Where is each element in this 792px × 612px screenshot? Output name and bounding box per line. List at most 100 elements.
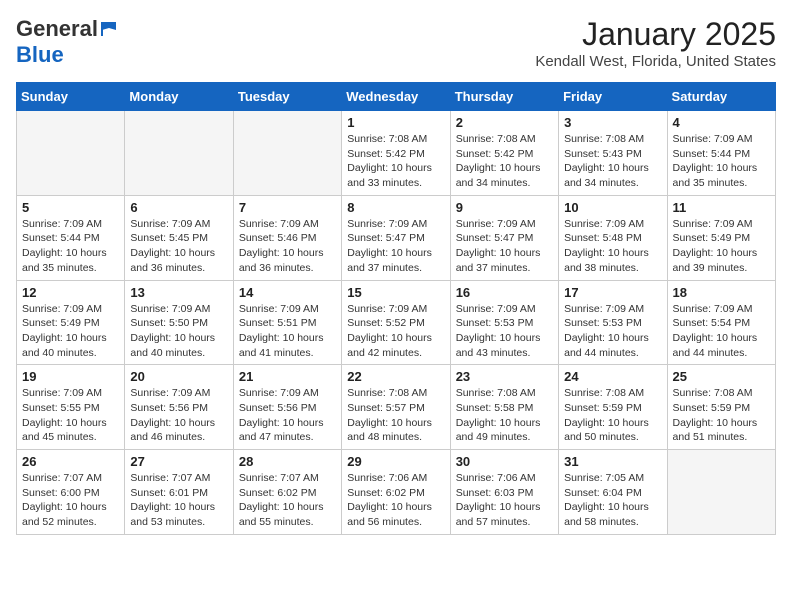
cell-info: Sunrise: 7:09 AMSunset: 5:44 PMDaylight:… — [22, 217, 119, 276]
day-number: 20 — [130, 369, 227, 384]
day-number: 8 — [347, 200, 444, 215]
day-number: 18 — [673, 285, 770, 300]
calendar-table: SundayMondayTuesdayWednesdayThursdayFrid… — [16, 82, 776, 535]
day-number: 21 — [239, 369, 336, 384]
calendar-cell: 2Sunrise: 7:08 AMSunset: 5:42 PMDaylight… — [450, 111, 558, 196]
day-number: 13 — [130, 285, 227, 300]
day-number: 5 — [22, 200, 119, 215]
day-number: 11 — [673, 200, 770, 215]
cell-info: Sunrise: 7:09 AMSunset: 5:51 PMDaylight:… — [239, 302, 336, 361]
logo-flag-icon — [100, 20, 118, 38]
weekday-header-sunday: Sunday — [17, 83, 125, 111]
day-number: 27 — [130, 454, 227, 469]
cell-info: Sunrise: 7:09 AMSunset: 5:49 PMDaylight:… — [22, 302, 119, 361]
day-number: 14 — [239, 285, 336, 300]
logo-blue-text: Blue — [16, 42, 64, 68]
day-number: 12 — [22, 285, 119, 300]
day-number: 3 — [564, 115, 661, 130]
day-number: 28 — [239, 454, 336, 469]
day-number: 26 — [22, 454, 119, 469]
calendar-cell: 25Sunrise: 7:08 AMSunset: 5:59 PMDayligh… — [667, 365, 775, 450]
cell-info: Sunrise: 7:09 AMSunset: 5:48 PMDaylight:… — [564, 217, 661, 276]
calendar-cell — [17, 111, 125, 196]
cell-info: Sunrise: 7:09 AMSunset: 5:50 PMDaylight:… — [130, 302, 227, 361]
weekday-header-thursday: Thursday — [450, 83, 558, 111]
cell-info: Sunrise: 7:09 AMSunset: 5:56 PMDaylight:… — [130, 386, 227, 445]
calendar-cell: 11Sunrise: 7:09 AMSunset: 5:49 PMDayligh… — [667, 195, 775, 280]
calendar-cell: 31 Sunrise: 7:05 AMSunset: 6:04 PMDayligh… — [559, 450, 667, 535]
calendar-week-row: 5 Sunrise: 7:09 AMSunset: 5:44 PMDaylight… — [17, 195, 776, 280]
calendar-cell: 4Sunrise: 7:09 AMSunset: 5:44 PMDaylight… — [667, 111, 775, 196]
calendar-cell: 3 Sunrise: 7:08 AMSunset: 5:43 PMDaylight… — [559, 111, 667, 196]
day-number: 9 — [456, 200, 553, 215]
calendar-cell: 8 Sunrise: 7:09 AMSunset: 5:47 PMDaylight… — [342, 195, 450, 280]
calendar-cell: 6 Sunrise: 7:09 AMSunset: 5:45 PMDaylight… — [125, 195, 233, 280]
cell-info: Sunrise: 7:09 AMSunset: 5:47 PMDaylight:… — [347, 217, 444, 276]
cell-info: Sunrise: 7:09 AMSunset: 5:53 PMDaylight:… — [456, 302, 553, 361]
cell-info: Sunrise: 7:08 AMSunset: 5:42 PMDaylight:… — [347, 132, 444, 191]
day-number: 30 — [456, 454, 553, 469]
calendar-cell: 13 Sunrise: 7:09 AMSunset: 5:50 PMDayligh… — [125, 280, 233, 365]
weekday-header-wednesday: Wednesday — [342, 83, 450, 111]
calendar-cell: 17 Sunrise: 7:09 AMSunset: 5:53 PMDayligh… — [559, 280, 667, 365]
day-number: 22 — [347, 369, 444, 384]
calendar-cell: 9 Sunrise: 7:09 AMSunset: 5:47 PMDaylight… — [450, 195, 558, 280]
calendar-cell: 21 Sunrise: 7:09 AMSunset: 5:56 PMDayligh… — [233, 365, 341, 450]
cell-info: Sunrise: 7:09 AMSunset: 5:54 PMDaylight:… — [673, 302, 770, 361]
cell-info: Sunrise: 7:08 AMSunset: 5:43 PMDaylight:… — [564, 132, 661, 191]
day-number: 7 — [239, 200, 336, 215]
cell-info: Sunrise: 7:09 AMSunset: 5:44 PMDaylight:… — [673, 132, 770, 191]
cell-info: Sunrise: 7:09 AMSunset: 5:56 PMDaylight:… — [239, 386, 336, 445]
day-number: 24 — [564, 369, 661, 384]
cell-info: Sunrise: 7:09 AMSunset: 5:52 PMDaylight:… — [347, 302, 444, 361]
calendar-cell: 23 Sunrise: 7:08 AMSunset: 5:58 PMDayligh… — [450, 365, 558, 450]
cell-info: Sunrise: 7:07 AMSunset: 6:02 PMDaylight:… — [239, 471, 336, 530]
logo: General Blue — [16, 16, 118, 68]
calendar-week-row: 19 Sunrise: 7:09 AMSunset: 5:55 PMDayligh… — [17, 365, 776, 450]
cell-info: Sunrise: 7:08 AMSunset: 5:58 PMDaylight:… — [456, 386, 553, 445]
calendar-cell: 26 Sunrise: 7:07 AMSunset: 6:00 PMDayligh… — [17, 450, 125, 535]
cell-info: Sunrise: 7:09 AMSunset: 5:47 PMDaylight:… — [456, 217, 553, 276]
cell-info: Sunrise: 7:09 AMSunset: 5:46 PMDaylight:… — [239, 217, 336, 276]
calendar-cell: 18 Sunrise: 7:09 AMSunset: 5:54 PMDayligh… — [667, 280, 775, 365]
cell-info: Sunrise: 7:08 AMSunset: 5:59 PMDaylight:… — [673, 386, 770, 445]
calendar-cell: 22 Sunrise: 7:08 AMSunset: 5:57 PMDayligh… — [342, 365, 450, 450]
calendar-cell: 14 Sunrise: 7:09 AMSunset: 5:51 PMDayligh… — [233, 280, 341, 365]
calendar-cell: 7 Sunrise: 7:09 AMSunset: 5:46 PMDaylight… — [233, 195, 341, 280]
day-number: 6 — [130, 200, 227, 215]
page-header: General Blue January 2025 Kendall West, … — [16, 16, 776, 70]
cell-info: Sunrise: 7:07 AMSunset: 6:00 PMDaylight:… — [22, 471, 119, 530]
day-number: 31 — [564, 454, 661, 469]
logo-general-text: General — [16, 16, 98, 42]
calendar-cell: 10 Sunrise: 7:09 AMSunset: 5:48 PMDayligh… — [559, 195, 667, 280]
day-number: 19 — [22, 369, 119, 384]
cell-info: Sunrise: 7:08 AMSunset: 5:57 PMDaylight:… — [347, 386, 444, 445]
weekday-header-saturday: Saturday — [667, 83, 775, 111]
calendar-week-row: 26 Sunrise: 7:07 AMSunset: 6:00 PMDayligh… — [17, 450, 776, 535]
cell-info: Sunrise: 7:05 AMSunset: 6:04 PMDaylight:… — [564, 471, 661, 530]
location: Kendall West, Florida, United States — [535, 53, 776, 70]
calendar-cell: 27 Sunrise: 7:07 AMSunset: 6:01 PMDayligh… — [125, 450, 233, 535]
cell-info: Sunrise: 7:09 AMSunset: 5:55 PMDaylight:… — [22, 386, 119, 445]
calendar-cell — [125, 111, 233, 196]
cell-info: Sunrise: 7:09 AMSunset: 5:45 PMDaylight:… — [130, 217, 227, 276]
calendar-cell: 20 Sunrise: 7:09 AMSunset: 5:56 PMDayligh… — [125, 365, 233, 450]
calendar-cell: 30Sunrise: 7:06 AMSunset: 6:03 PMDayligh… — [450, 450, 558, 535]
cell-info: Sunrise: 7:09 AMSunset: 5:53 PMDaylight:… — [564, 302, 661, 361]
calendar-cell: 19 Sunrise: 7:09 AMSunset: 5:55 PMDayligh… — [17, 365, 125, 450]
day-number: 29 — [347, 454, 444, 469]
day-number: 1 — [347, 115, 444, 130]
day-number: 2 — [456, 115, 553, 130]
cell-info: Sunrise: 7:07 AMSunset: 6:01 PMDaylight:… — [130, 471, 227, 530]
calendar-cell: 29Sunrise: 7:06 AMSunset: 6:02 PMDayligh… — [342, 450, 450, 535]
calendar-cell — [667, 450, 775, 535]
day-number: 10 — [564, 200, 661, 215]
calendar-cell: 12 Sunrise: 7:09 AMSunset: 5:49 PMDayligh… — [17, 280, 125, 365]
calendar-cell: 16 Sunrise: 7:09 AMSunset: 5:53 PMDayligh… — [450, 280, 558, 365]
calendar-cell: 5 Sunrise: 7:09 AMSunset: 5:44 PMDaylight… — [17, 195, 125, 280]
day-number: 16 — [456, 285, 553, 300]
day-number: 17 — [564, 285, 661, 300]
day-number: 23 — [456, 369, 553, 384]
weekday-header-friday: Friday — [559, 83, 667, 111]
weekday-header-row: SundayMondayTuesdayWednesdayThursdayFrid… — [17, 83, 776, 111]
